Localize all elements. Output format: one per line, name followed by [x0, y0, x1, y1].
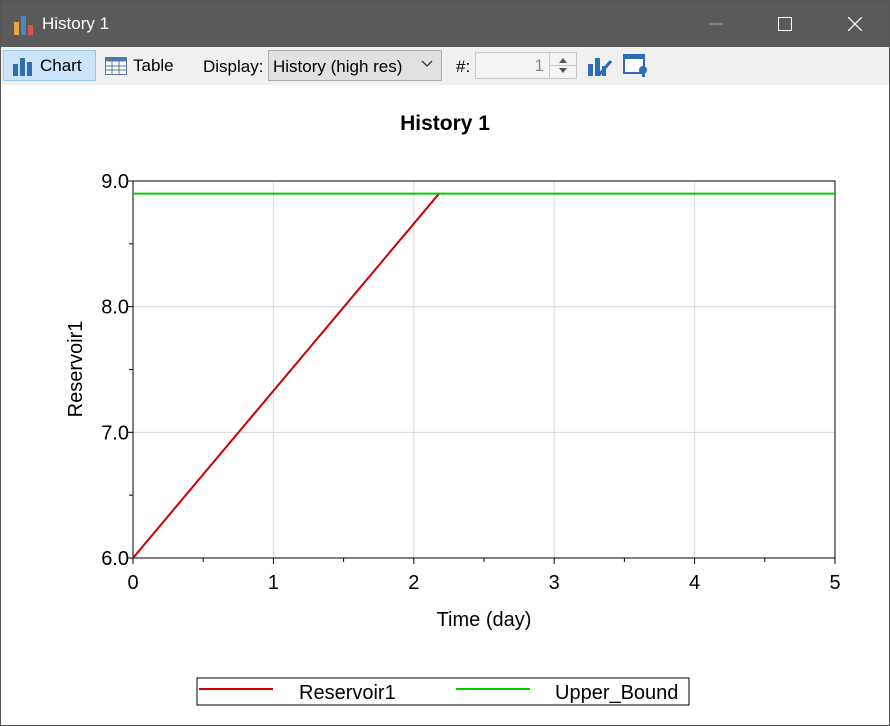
table-tab-label: Table: [133, 55, 174, 75]
x-axis-label: Time (day): [437, 609, 532, 631]
close-icon: [848, 17, 862, 31]
legend-label-reservoir1: Reservoir1: [299, 682, 396, 704]
plot-frame: [132, 180, 836, 559]
maximize-icon: [778, 17, 792, 31]
close-button[interactable]: [832, 1, 878, 47]
chart-edit-icon: [588, 58, 613, 76]
table-tab-button[interactable]: Table: [105, 50, 185, 81]
chart-title: History 1: [400, 112, 490, 135]
stepper-arrows-icon: [550, 58, 576, 73]
window-settings-icon: [623, 54, 647, 77]
number-stepper[interactable]: 1: [475, 52, 577, 79]
table-icon: [105, 56, 127, 75]
y-tick-label: 6.0: [101, 548, 129, 570]
number-label: #:: [456, 57, 471, 76]
bar-chart-icon: [13, 57, 32, 76]
chevron-down-icon: [421, 60, 433, 67]
stepper-buttons[interactable]: [549, 53, 576, 78]
minimize-icon: [709, 23, 723, 25]
chart-area: History 1 0 1 2 3 4 5 6.0 7.0 8.0 9.0 Time (day) …: [1, 85, 889, 725]
x-tick-label: 0: [127, 572, 138, 594]
maximize-button[interactable]: [762, 1, 808, 47]
y-tick-label: 8.0: [101, 297, 129, 319]
y-axis-label: Reservoir1: [65, 321, 87, 418]
display-select[interactable]: History (high res): [268, 50, 442, 81]
axis-ticks: 0 1 2 3 4 5 6.0 7.0 8.0 9.0: [101, 171, 840, 594]
title-bar[interactable]: History 1: [1, 1, 889, 47]
y-tick-label: 9.0: [101, 171, 129, 193]
x-tick-label: 5: [829, 572, 840, 594]
history-window: History 1 Chart Table Display: History (…: [0, 0, 890, 726]
legend-label-upper-bound: Upper_Bound: [555, 682, 678, 704]
minimize-button[interactable]: [693, 1, 739, 47]
window-title: History 1: [42, 14, 110, 33]
legend: Reservoir1 Upper_Bound: [196, 677, 690, 706]
x-tick-label: 2: [408, 572, 419, 594]
chart-tab-label: Chart: [40, 55, 82, 75]
number-stepper-value: 1: [534, 56, 544, 75]
x-tick-label: 4: [689, 572, 700, 594]
history-chart: History 1 0 1 2 3 4 56.07.08.09.0 Time (day) …: [65, 112, 841, 706]
y-tick-label: 7.0: [101, 422, 129, 444]
series-line-reservoir1: [132, 192, 440, 559]
window-settings-button[interactable]: [622, 51, 650, 79]
chart-series: [132, 192, 835, 559]
x-tick-label: 1: [268, 572, 279, 594]
toolbar: Chart Table Display: History (high res) …: [1, 47, 889, 85]
bar-chart-icon: [14, 16, 33, 35]
x-tick-label: 3: [549, 572, 560, 594]
chart-tab-button[interactable]: Chart: [3, 50, 96, 81]
display-select-value: History (high res): [273, 57, 403, 76]
chart-grid: [133, 181, 835, 558]
display-label: Display:: [203, 57, 264, 76]
chart-properties-button[interactable]: [586, 51, 614, 79]
